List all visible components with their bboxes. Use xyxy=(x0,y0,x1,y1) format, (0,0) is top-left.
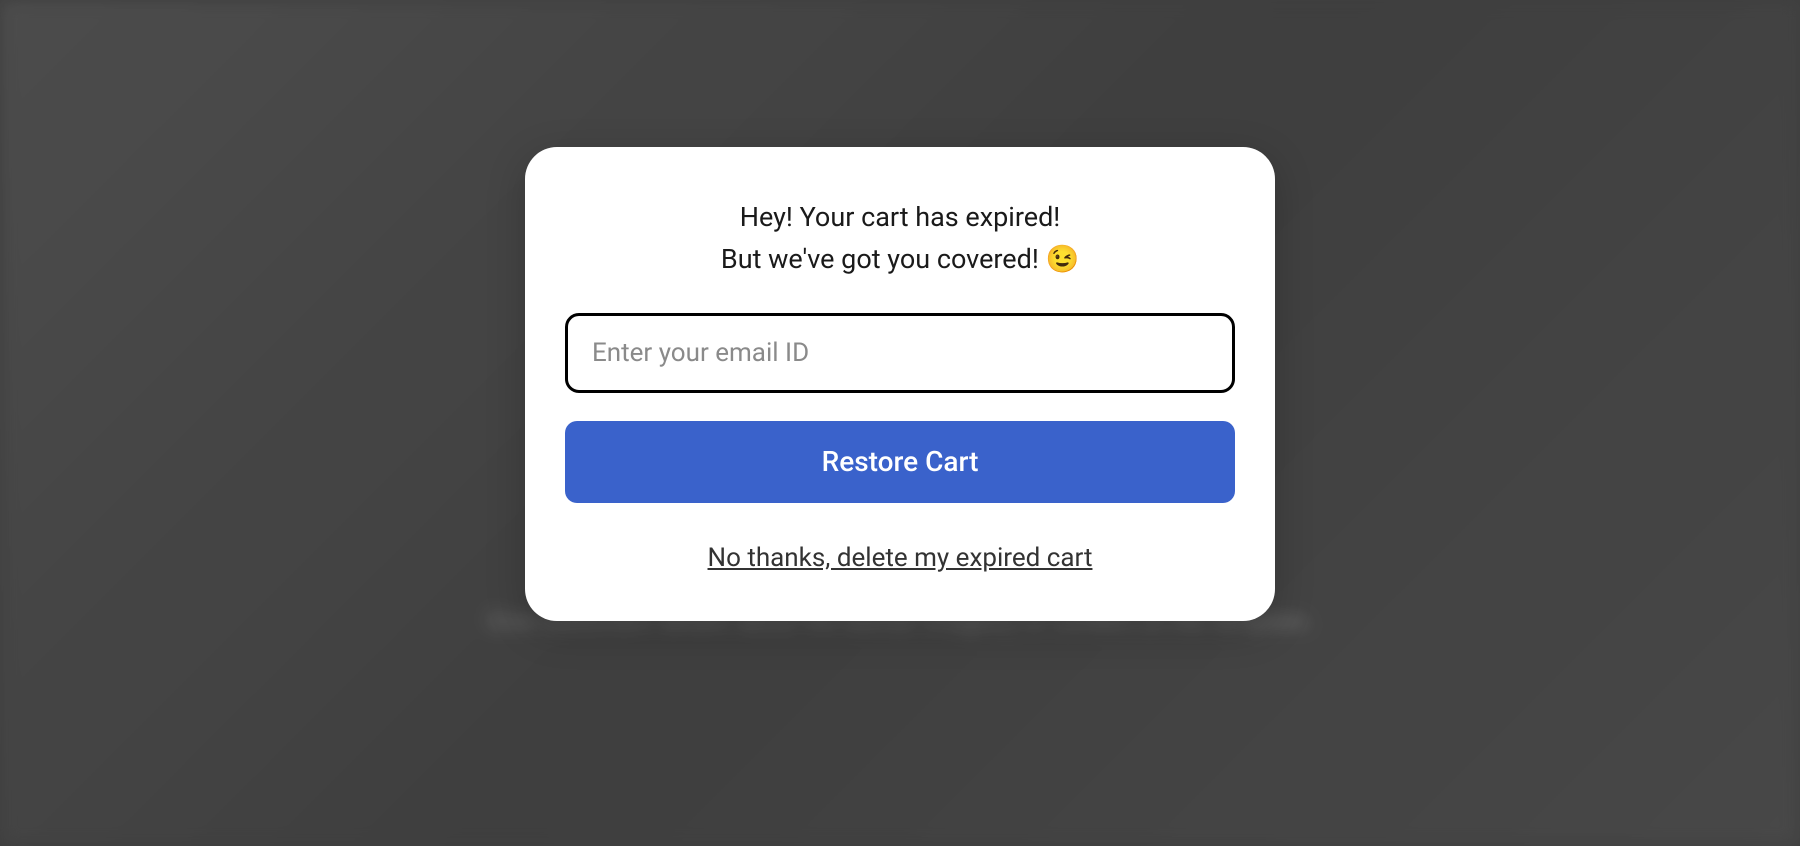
modal-message-line-1: Hey! Your cart has expired! xyxy=(740,201,1061,233)
cart-expired-modal: Hey! Your cart has expired! But we've go… xyxy=(525,147,1275,621)
restore-cart-button[interactable]: Restore Cart xyxy=(565,421,1235,503)
email-input[interactable] xyxy=(565,313,1235,393)
modal-message-line-2: But we've got you covered! 😉 xyxy=(721,243,1079,275)
delete-cart-link[interactable]: No thanks, delete my expired cart xyxy=(565,543,1235,573)
modal-message: Hey! Your cart has expired! But we've go… xyxy=(565,197,1235,281)
